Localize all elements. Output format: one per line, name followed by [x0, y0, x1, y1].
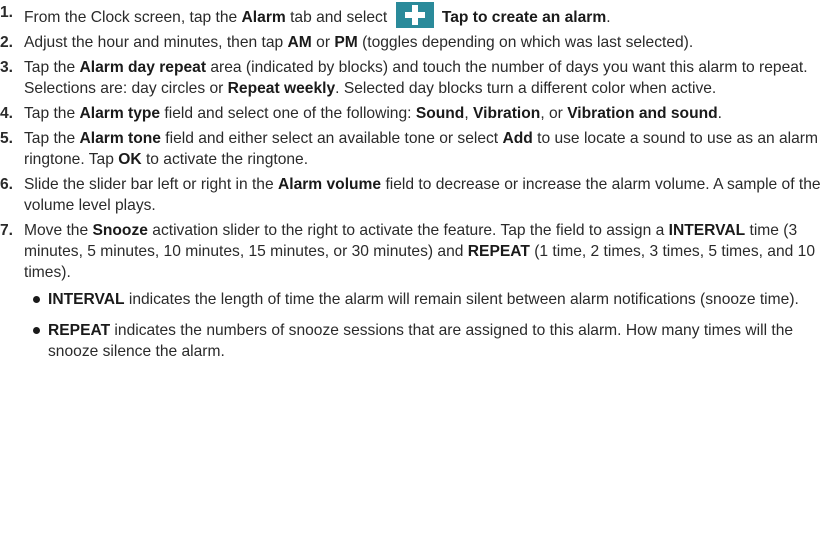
step-number: 2. — [0, 34, 14, 51]
step-number: 3. — [0, 59, 14, 76]
step-number: 1. — [0, 4, 14, 21]
step-number: 6. — [0, 176, 14, 193]
list-item: REPEAT indicates the numbers of snooze s… — [24, 320, 832, 362]
step-6: 6. Slide the slider bar left or right in… — [0, 174, 836, 216]
step-5: 5. Tap the Alarm tone field and either s… — [0, 128, 836, 170]
bullet-icon — [33, 327, 40, 334]
step-7: 7. Move the Snooze activation slider to … — [0, 220, 836, 362]
list-item: INTERVAL indicates the length of time th… — [24, 289, 832, 310]
step-2: 2. Adjust the hour and minutes, then tap… — [0, 32, 836, 53]
step-4: 4. Tap the Alarm type field and select o… — [0, 103, 836, 124]
step-number: 5. — [0, 130, 14, 147]
plus-icon — [395, 2, 434, 28]
bullet-list: INTERVAL indicates the length of time th… — [24, 289, 832, 362]
step-text: Tap the Alarm tone field and either sele… — [24, 130, 818, 168]
step-text: From the Clock screen, tap the Alarm tab… — [24, 2, 832, 28]
step-text: Tap the Alarm type field and select one … — [24, 105, 722, 122]
step-number: 7. — [0, 222, 14, 239]
bullet-icon — [33, 296, 40, 303]
step-number: 4. — [0, 105, 14, 122]
step-text: Tap the Alarm day repeat area (indicated… — [24, 59, 808, 97]
step-text: Slide the slider bar left or right in th… — [24, 176, 821, 214]
step-1: 1. From the Clock screen, tap the Alarm … — [0, 2, 836, 28]
step-text: Move the Snooze activation slider to the… — [24, 222, 816, 281]
step-text: Adjust the hour and minutes, then tap AM… — [24, 34, 694, 51]
step-3: 3. Tap the Alarm day repeat area (indica… — [0, 57, 836, 99]
instruction-page: 1. From the Clock screen, tap the Alarm … — [0, 0, 836, 362]
